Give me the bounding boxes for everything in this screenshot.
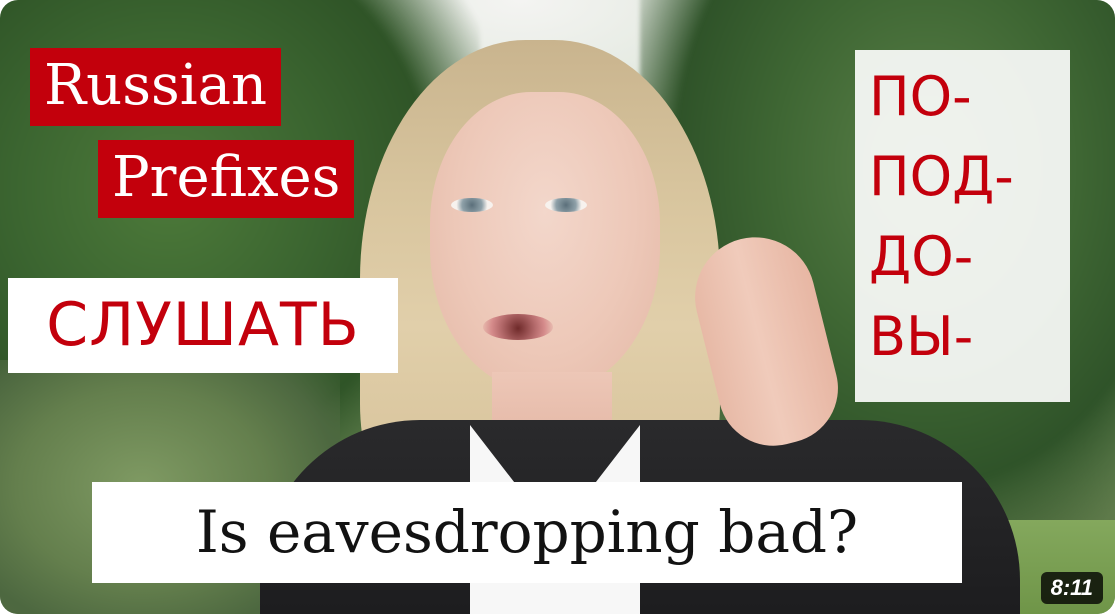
title-line-1: Russian <box>30 48 282 126</box>
title-line-2: Prefixes <box>98 140 355 218</box>
presenter-mouth <box>483 314 553 340</box>
duration-badge: 8:11 <box>1040 571 1103 604</box>
question-caption: Is eavesdropping bad? <box>92 482 962 583</box>
prefix-list: ПО- ПОД- ДО- ВЫ- <box>855 50 1070 402</box>
prefix-item: ПОД- <box>869 145 1014 208</box>
video-thumbnail[interactable]: Russian Prefixes СЛУШАТЬ ПО- ПОД- ДО- ВЫ… <box>0 0 1115 614</box>
prefix-item: ПО- <box>869 65 972 128</box>
verb-label: СЛУШАТЬ <box>8 278 398 373</box>
prefix-item: ВЫ- <box>869 305 974 368</box>
presenter-face <box>430 92 660 392</box>
presenter-eye-right <box>545 198 587 212</box>
prefix-item: ДО- <box>869 225 974 288</box>
presenter-eye-left <box>451 198 493 212</box>
